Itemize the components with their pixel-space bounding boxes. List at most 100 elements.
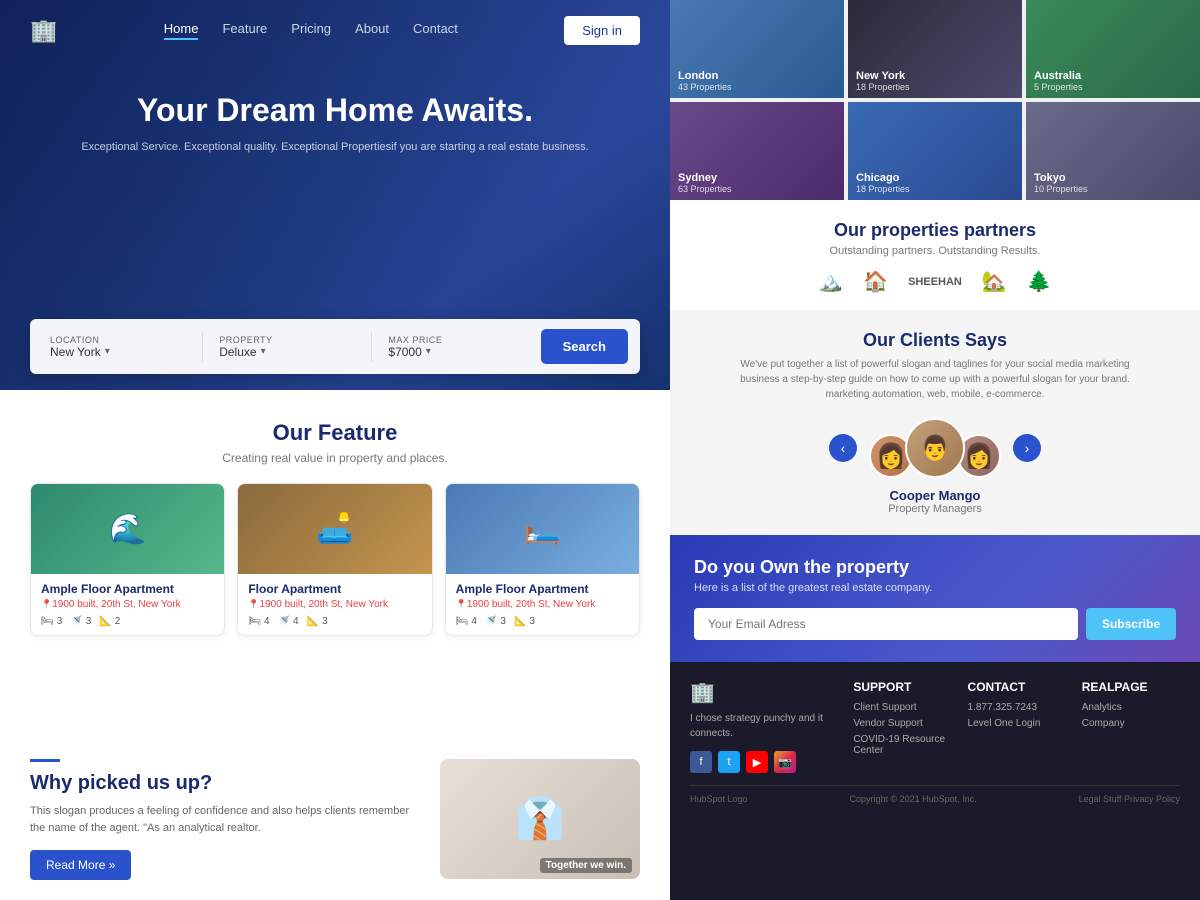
city-count-4: 18 Properties — [856, 184, 910, 194]
city-card-5[interactable]: Tokyo 10 Properties — [1026, 102, 1200, 200]
property-field[interactable]: PROPERTY Deluxe — [211, 331, 363, 363]
features-title: Our Feature — [30, 420, 640, 446]
testimonials-section: Our Clients Says We've put together a li… — [670, 310, 1200, 535]
signin-button[interactable]: Sign in — [564, 16, 640, 45]
partner-logo-0: 🏔️ — [818, 269, 843, 294]
partner-text-2: SHEEHAN — [908, 276, 962, 288]
prop-stats-0: 🛏 3 🚿 3 📐 2 — [41, 616, 214, 627]
city-count-5: 10 Properties — [1034, 184, 1088, 194]
prop-area-2: 📐 3 — [514, 616, 535, 627]
partner-icon-1: 🏠 — [863, 269, 888, 294]
footer-bottom: HubSpot Logo Copyright © 2021 HubSpot, I… — [690, 785, 1180, 804]
testimonials-desc: We've put together a list of powerful sl… — [735, 357, 1135, 402]
property-card-2[interactable]: 🛏️ Ample Floor Apartment 1900 built, 20t… — [445, 483, 640, 636]
footer-link-vendor-support[interactable]: Vendor Support — [853, 718, 951, 729]
footer-tagline: I chose strategy punchy and it connects. — [690, 711, 837, 741]
carousel-next-button[interactable]: › — [1013, 434, 1041, 462]
social-twitter[interactable]: t — [718, 751, 740, 773]
location-field[interactable]: LOCATION New York — [42, 331, 194, 363]
property-card-1[interactable]: 🛋️ Floor Apartment 1900 built, 20th St, … — [237, 483, 432, 636]
city-grid: London 43 Properties New York 18 Propert… — [670, 0, 1200, 200]
prop-area-0: 📐 2 — [99, 616, 120, 627]
features-subtitle: Creating real value in property and plac… — [30, 451, 640, 465]
prop-beds-1: 🛏 4 — [248, 616, 269, 627]
why-title: Why picked us up? — [30, 772, 420, 795]
city-card-0[interactable]: London 43 Properties — [670, 0, 844, 98]
prop-name-2: Ample Floor Apartment — [456, 582, 629, 596]
together-label: Together we win. — [540, 858, 632, 873]
prop-area-1: 📐 3 — [307, 616, 328, 627]
prop-stats-2: 🛏 4 🚿 3 📐 3 — [456, 616, 629, 627]
social-instagram[interactable]: 📷 — [774, 751, 796, 773]
footer-link-phone[interactable]: 1.877.325.7243 — [968, 702, 1066, 713]
city-info-4: Chicago 18 Properties — [848, 166, 918, 200]
social-youtube[interactable]: ▶ — [746, 751, 768, 773]
property-value[interactable]: Deluxe — [219, 345, 355, 359]
city-info-1: New York 18 Properties — [848, 64, 918, 98]
navbar: 🏢 Home Feature Pricing About Contact Sig… — [0, 0, 670, 61]
footer-brand: 🏢 I chose strategy punchy and it connect… — [690, 680, 837, 773]
footer-bottom-center: Copyright © 2021 HubSpot, Inc. — [849, 794, 976, 804]
footer-link-client-support[interactable]: Client Support — [853, 702, 951, 713]
testimonials-carousel: ‹ 👩 👨 👩 › — [690, 418, 1180, 478]
prop-beds-2: 🛏 4 — [456, 616, 477, 627]
subscribe-button[interactable]: Subscribe — [1086, 608, 1176, 640]
price-field[interactable]: MAX PRICE $7000 — [380, 331, 532, 363]
partner-icon-4: 🌲 — [1027, 269, 1052, 294]
prop-addr-1: 1900 built, 20th St, New York — [248, 599, 421, 610]
city-info-0: London 43 Properties — [670, 64, 740, 98]
cta-form: Subscribe — [694, 608, 1176, 640]
divider-1 — [202, 332, 203, 362]
property-label: PROPERTY — [219, 335, 355, 345]
prop-image-1: 🛋️ — [238, 484, 431, 574]
footer-link-analytics[interactable]: Analytics — [1082, 702, 1180, 713]
prop-addr-2: 1900 built, 20th St, New York — [456, 599, 629, 610]
footer-link-login[interactable]: Level One Login — [968, 718, 1066, 729]
city-card-2[interactable]: Australia 5 Properties — [1026, 0, 1200, 98]
city-count-0: 43 Properties — [678, 82, 732, 92]
property-card-0[interactable]: 🌊 Ample Floor Apartment 1900 built, 20th… — [30, 483, 225, 636]
prop-info-2: Ample Floor Apartment 1900 built, 20th S… — [446, 574, 639, 635]
city-card-4[interactable]: Chicago 18 Properties — [848, 102, 1022, 200]
testimonial-name: Cooper Mango — [690, 488, 1180, 503]
partners-title: Our properties partners — [690, 220, 1180, 241]
property-cards: 🌊 Ample Floor Apartment 1900 built, 20th… — [30, 483, 640, 636]
footer-link-company[interactable]: Company — [1082, 718, 1180, 729]
city-name-5: Tokyo — [1034, 172, 1088, 184]
nav-link-home[interactable]: Home — [164, 21, 199, 40]
location-value[interactable]: New York — [50, 345, 186, 359]
left-panel: 🏢 Home Feature Pricing About Contact Sig… — [0, 0, 670, 900]
footer-bottom-left: HubSpot Logo — [690, 794, 748, 804]
avatar-main: 👨 — [905, 418, 965, 478]
readmore-button[interactable]: Read More » — [30, 850, 131, 880]
footer-col-realpage: REALPAGE Analytics Company — [1082, 680, 1180, 773]
carousel-prev-button[interactable]: ‹ — [829, 434, 857, 462]
nav-link-contact[interactable]: Contact — [413, 21, 458, 40]
nav-link-pricing[interactable]: Pricing — [291, 21, 331, 40]
footer-link-covid[interactable]: COVID-19 Resource Center — [853, 734, 951, 756]
city-card-3[interactable]: Sydney 63 Properties — [670, 102, 844, 200]
city-card-1[interactable]: New York 18 Properties — [848, 0, 1022, 98]
footer-col-title-support: SUPPORT — [853, 680, 951, 694]
footer-bottom-right: Legal Stuff Privacy Policy — [1079, 794, 1180, 804]
partners-logos: 🏔️ 🏠 SHEEHAN 🏡 🌲 — [690, 269, 1180, 294]
prop-image-2: 🛏️ — [446, 484, 639, 574]
price-value[interactable]: $7000 — [388, 345, 524, 359]
why-left: Why picked us up? This slogan produces a… — [30, 759, 420, 880]
social-facebook[interactable]: f — [690, 751, 712, 773]
why-section: Why picked us up? This slogan produces a… — [0, 739, 670, 900]
avatar-face-left: 👩 — [876, 442, 906, 471]
partners-section: Our properties partners Outstanding part… — [670, 200, 1200, 310]
partner-logo-1: 🏠 — [863, 269, 888, 294]
nav-link-about[interactable]: About — [355, 21, 389, 40]
right-panel: London 43 Properties New York 18 Propert… — [670, 0, 1200, 900]
footer-col-support: SUPPORT Client Support Vendor Support CO… — [853, 680, 951, 773]
nav-links: Home Feature Pricing About Contact — [164, 21, 458, 40]
partner-logo-4: 🌲 — [1027, 269, 1052, 294]
prop-baths-0: 🚿 3 — [70, 616, 91, 627]
email-input[interactable] — [694, 608, 1078, 640]
search-button[interactable]: Search — [541, 329, 628, 364]
nav-logo: 🏢 — [30, 18, 57, 44]
prop-stats-1: 🛏 4 🚿 4 📐 3 — [248, 616, 421, 627]
nav-link-feature[interactable]: Feature — [222, 21, 267, 40]
